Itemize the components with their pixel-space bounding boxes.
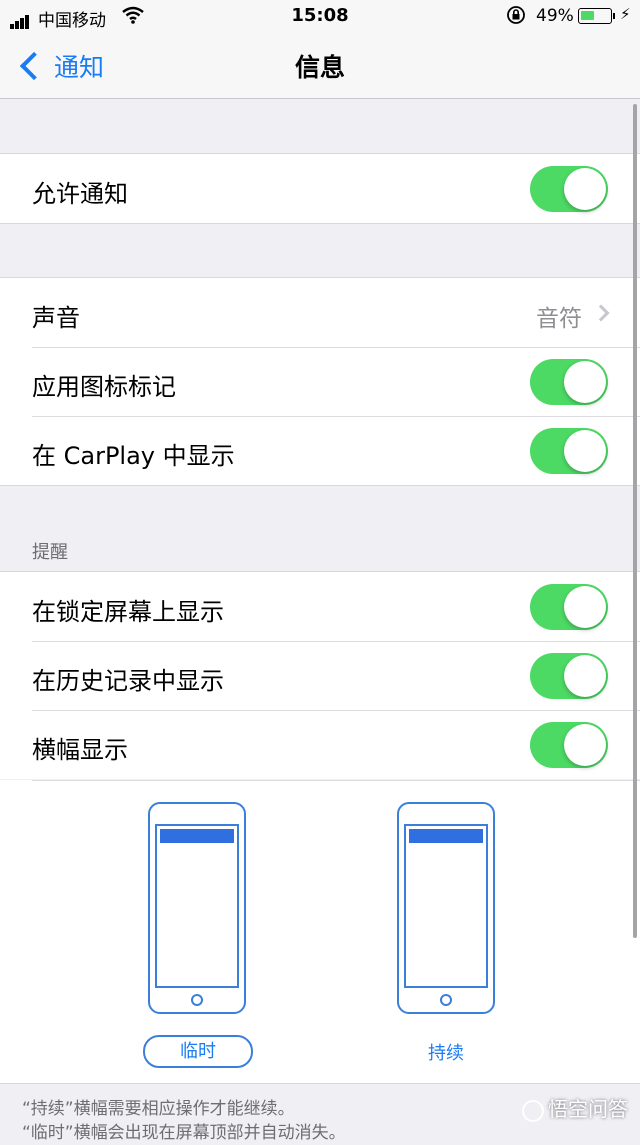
toggle-knob bbox=[564, 655, 606, 697]
persistent-banner-option[interactable]: 持续 bbox=[396, 1039, 496, 1065]
watermark-logo-icon bbox=[522, 1099, 544, 1122]
alerts-section-header: 提醒 bbox=[32, 542, 68, 563]
history-row: 在历史记录中显示 bbox=[0, 641, 640, 710]
phone-screen bbox=[404, 824, 488, 988]
carplay-label: 在 CarPlay 中显示 bbox=[32, 442, 235, 470]
scrollbar[interactable] bbox=[633, 104, 637, 938]
chevron-right-icon bbox=[592, 304, 610, 322]
watermark: 悟空问答 bbox=[522, 1093, 628, 1122]
status-bar: 中国移动 15:08 49% ⚡ bbox=[0, 0, 640, 34]
orientation-lock-icon bbox=[506, 5, 526, 29]
badge-row: 应用图标标记 bbox=[0, 347, 640, 416]
charging-bolt-icon: ⚡ bbox=[620, 5, 631, 23]
allow-notifications-row: 允许通知 bbox=[0, 154, 640, 223]
home-button-icon bbox=[440, 994, 452, 1006]
home-button-icon bbox=[191, 994, 203, 1006]
toggle-knob bbox=[564, 430, 606, 472]
persistent-banner-illustration[interactable] bbox=[397, 802, 495, 1014]
battery-icon bbox=[578, 8, 615, 24]
navigation-bar: 通知 信息 bbox=[0, 34, 640, 99]
lock-screen-toggle[interactable] bbox=[530, 584, 608, 630]
allow-notifications-toggle[interactable] bbox=[530, 166, 608, 212]
allow-notifications-label: 允许通知 bbox=[32, 180, 128, 208]
allow-notifications-group: 允许通知 bbox=[0, 153, 640, 224]
carplay-toggle[interactable] bbox=[530, 428, 608, 474]
toggle-knob bbox=[564, 724, 606, 766]
footer-line-temporary: “临时”横幅会出现在屏幕顶部并自动消失。 bbox=[22, 1123, 346, 1143]
sound-value: 音符 bbox=[536, 306, 582, 332]
sound-label: 声音 bbox=[32, 304, 80, 332]
page-title: 信息 bbox=[294, 53, 345, 82]
alerts-group: 在锁定屏幕上显示 在历史记录中显示 横幅显示 bbox=[0, 571, 640, 779]
toggle-knob bbox=[564, 586, 606, 628]
toggle-knob bbox=[564, 361, 606, 403]
sound-row[interactable]: 声音 音符 bbox=[0, 278, 640, 347]
battery-percent: 49% bbox=[536, 6, 574, 26]
carplay-row: 在 CarPlay 中显示 bbox=[0, 416, 640, 485]
history-toggle[interactable] bbox=[530, 653, 608, 699]
badge-toggle[interactable] bbox=[530, 359, 608, 405]
banner-bar bbox=[160, 829, 234, 843]
history-label: 在历史记录中显示 bbox=[32, 667, 224, 695]
temporary-banner-illustration[interactable] bbox=[148, 802, 246, 1014]
banner-style-picker: 临时 持续 bbox=[0, 780, 640, 1084]
notification-options-group: 声音 音符 应用图标标记 在 CarPlay 中显示 bbox=[0, 277, 640, 486]
banners-row: 横幅显示 bbox=[0, 710, 640, 779]
banners-toggle[interactable] bbox=[530, 722, 608, 768]
banner-bar bbox=[409, 829, 483, 843]
divider bbox=[32, 780, 640, 781]
toggle-knob bbox=[564, 168, 606, 210]
lock-screen-label: 在锁定屏幕上显示 bbox=[32, 598, 224, 626]
watermark-text: 悟空问答 bbox=[548, 1097, 628, 1121]
banners-label: 横幅显示 bbox=[32, 736, 128, 764]
badge-label: 应用图标标记 bbox=[32, 373, 176, 401]
battery-fill bbox=[581, 11, 594, 20]
lock-screen-row: 在锁定屏幕上显示 bbox=[0, 572, 640, 641]
phone-screen bbox=[155, 824, 239, 988]
temporary-banner-option[interactable]: 临时 bbox=[143, 1035, 253, 1068]
